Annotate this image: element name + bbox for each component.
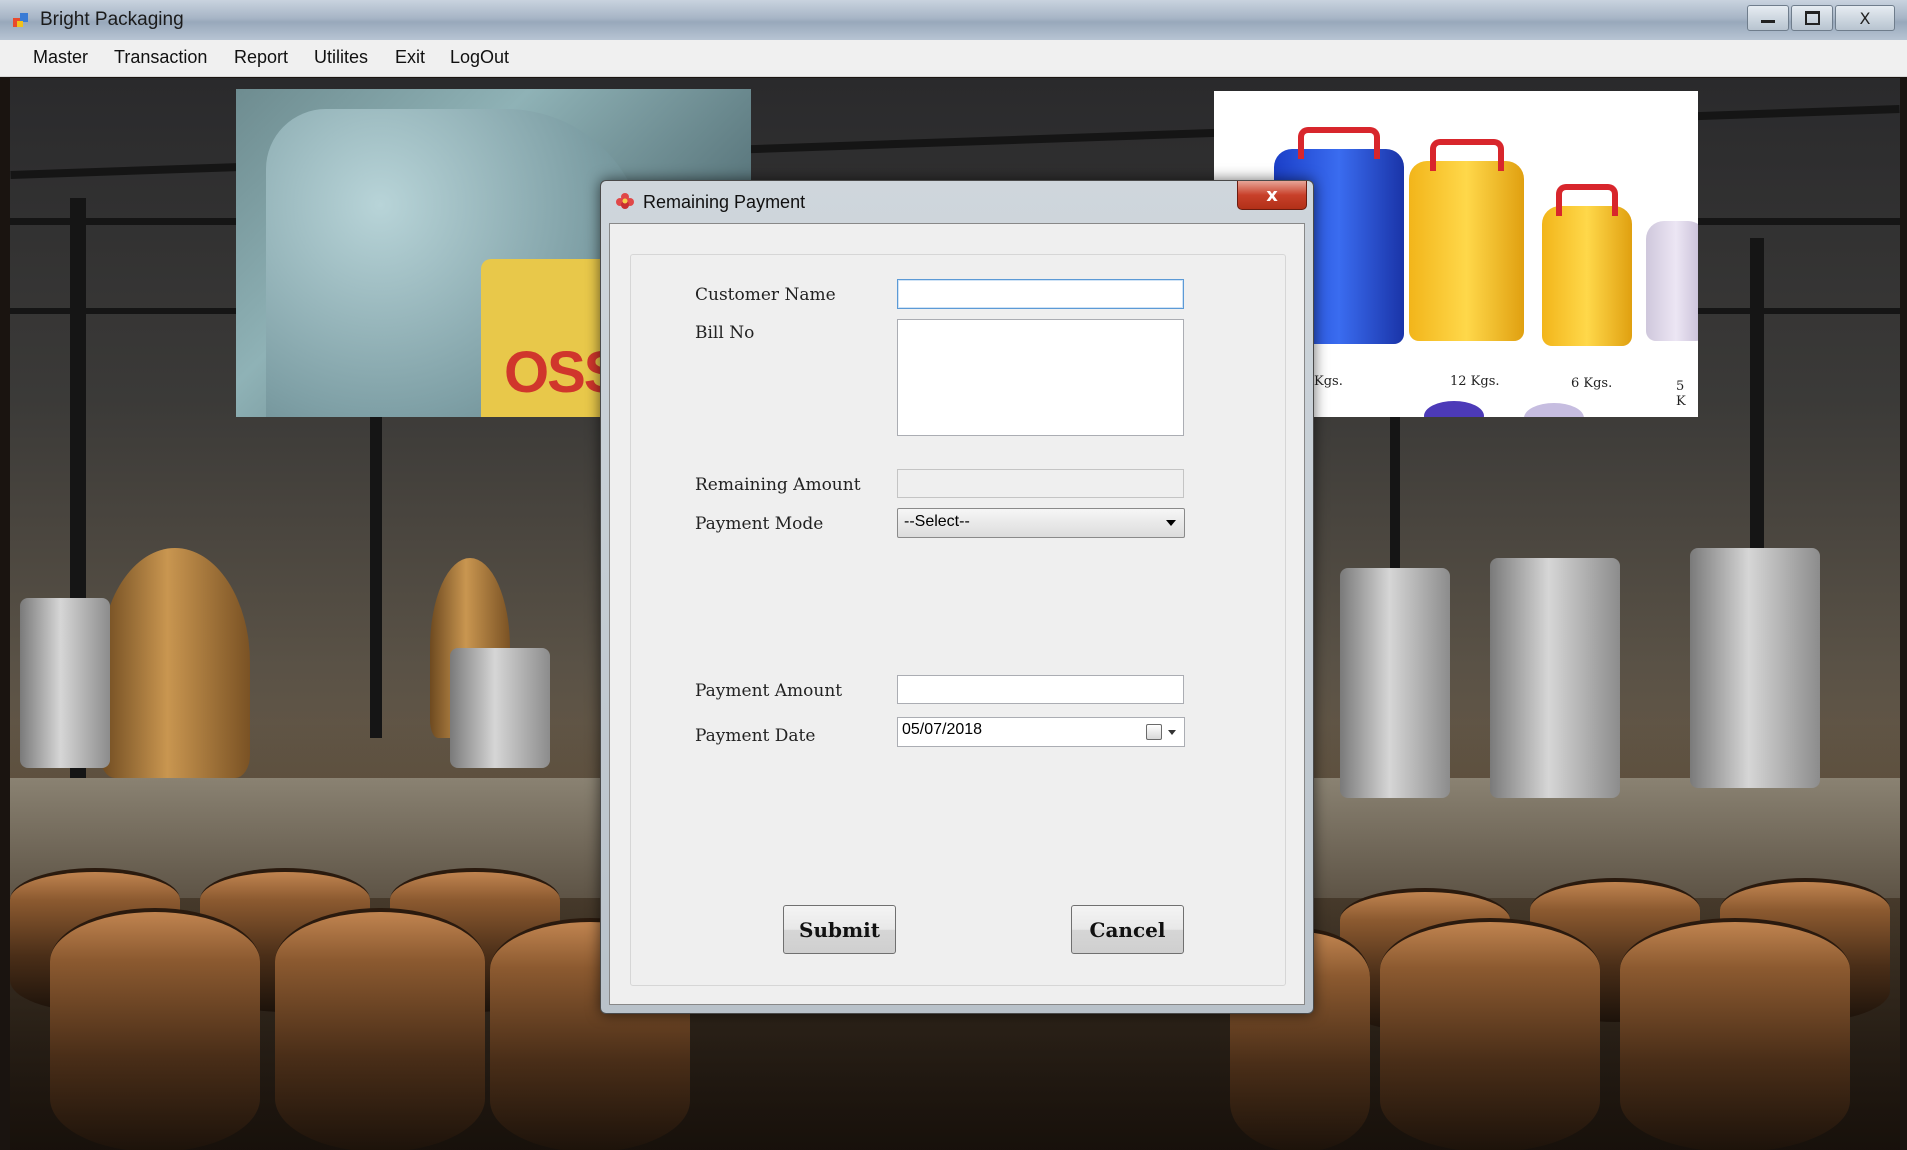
dialog-title: Remaining Payment [643,192,806,212]
window-title: Bright Packaging [40,9,184,30]
customer-name-label: Customer Name [695,285,836,305]
dialog-flower-icon [616,193,634,209]
dialog-body: Customer Name Bill No Remaining Amount P… [609,223,1305,1005]
payment-date-picker[interactable]: 05/07/2018 [897,717,1185,747]
calendar-icon[interactable] [1146,724,1162,740]
maximize-icon [1804,11,1820,25]
remaining-amount-label: Remaining Amount [695,475,861,495]
close-button[interactable]: X [1835,5,1895,31]
payment-amount-input[interactable] [897,675,1184,704]
menu-utilites[interactable]: Utilites [314,47,368,68]
dropdown-arrow-icon [1166,520,1176,526]
jerrycan-label-1: Kgs. [1314,374,1343,389]
menu-report[interactable]: Report [234,47,288,68]
app-icon [13,13,28,27]
remaining-payment-dialog: Remaining Payment x Customer Name Bill N… [600,180,1314,1014]
menu-transaction[interactable]: Transaction [114,47,207,68]
window-controls: X [1745,5,1895,31]
payment-form-group: Customer Name Bill No Remaining Amount P… [630,254,1286,986]
minimize-button[interactable] [1747,5,1789,31]
submit-button[interactable]: Submit [783,905,896,954]
payment-mode-label: Payment Mode [695,514,824,534]
cancel-button[interactable]: Cancel [1071,905,1184,954]
menu-exit[interactable]: Exit [395,47,425,68]
calendar-dropdown-icon[interactable] [1168,730,1176,735]
close-icon: x [1266,184,1278,206]
jerrycan-label-3: 6 Kgs. [1571,376,1613,391]
menu-master[interactable]: Master [33,47,88,68]
bill-no-label: Bill No [695,323,755,343]
remaining-amount-input[interactable] [897,469,1184,498]
menu-logout[interactable]: LogOut [450,47,509,68]
customer-name-input[interactable] [897,279,1184,309]
window-titlebar: Bright Packaging X [0,0,1907,41]
jerrycan-label-4: 5 K [1676,379,1686,409]
payment-mode-selected-value: --Select-- [904,513,970,530]
menu-bar: Master Transaction Report Utilites Exit … [0,40,1907,77]
minimize-icon [1761,19,1775,23]
payment-amount-label: Payment Amount [695,681,843,701]
dialog-close-button[interactable]: x [1237,181,1307,210]
bill-no-textarea[interactable] [897,319,1184,436]
maximize-button[interactable] [1791,5,1833,31]
payment-date-value: 05/07/2018 [902,721,983,738]
payment-mode-select[interactable]: --Select-- [897,508,1185,538]
close-icon: X [1859,8,1871,28]
payment-date-label: Payment Date [695,726,816,746]
jerrycan-label-2: 12 Kgs. [1450,374,1500,389]
